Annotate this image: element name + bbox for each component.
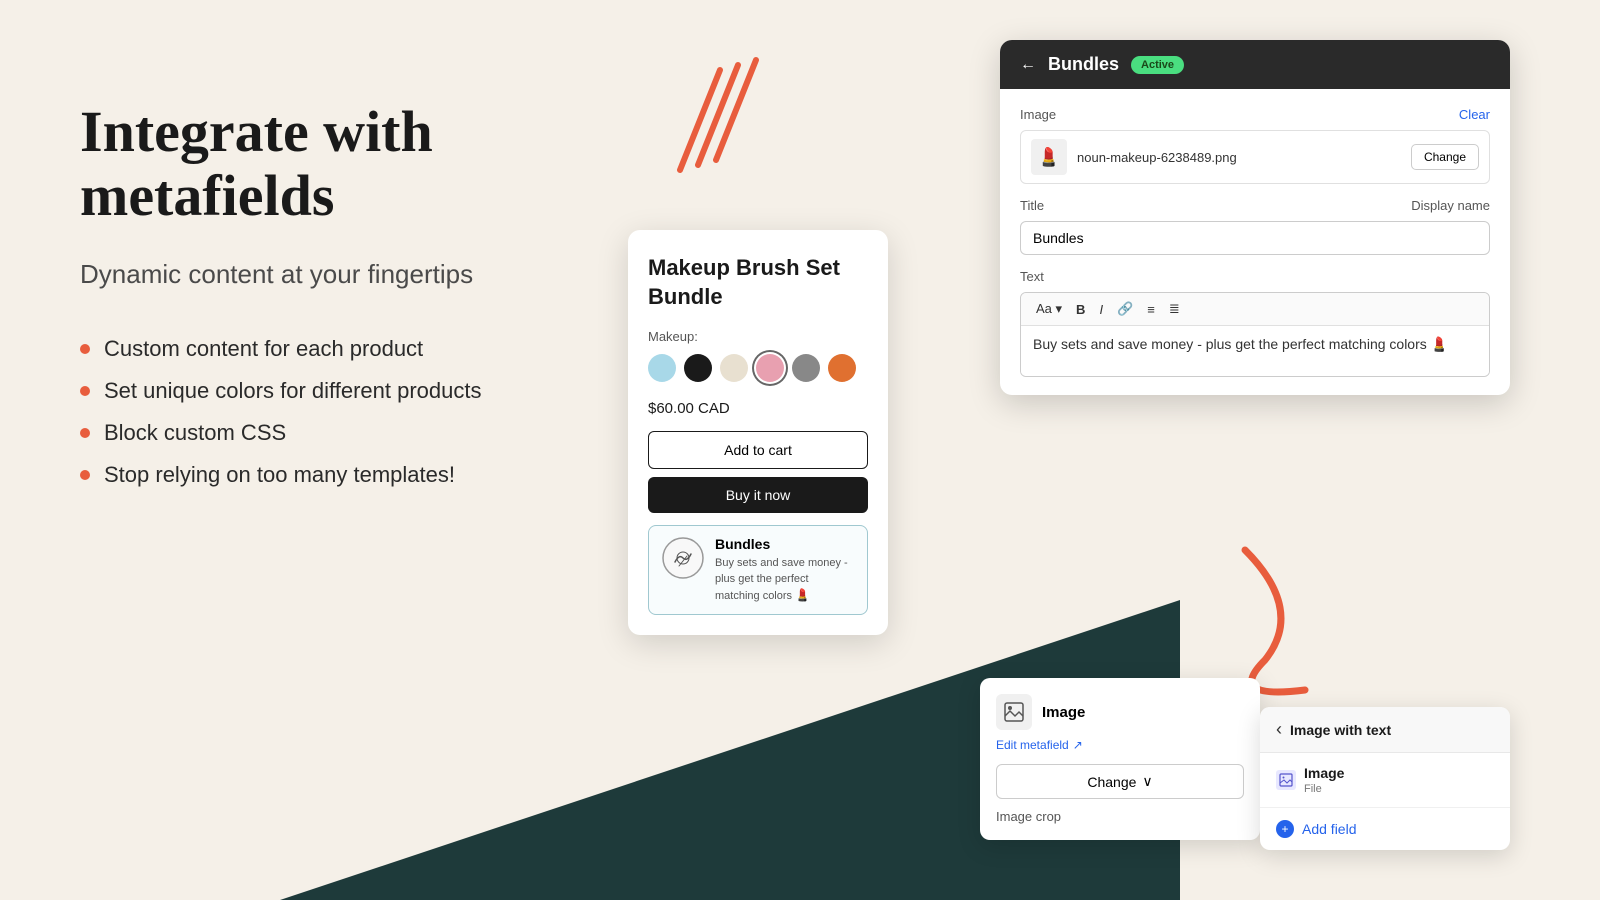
left-panel: Integrate with metafields Dynamic conten… bbox=[80, 100, 640, 504]
bullet-item: Block custom CSS bbox=[80, 420, 640, 446]
deco-strokes bbox=[620, 50, 780, 190]
image-icon-box bbox=[996, 694, 1032, 730]
add-field-text: Add field bbox=[1302, 821, 1356, 837]
buy-now-button[interactable]: Buy it now bbox=[648, 477, 868, 513]
bullet-dot bbox=[80, 344, 90, 354]
add-field-button[interactable]: + Add field bbox=[1260, 808, 1510, 850]
subtitle: Dynamic content at your fingertips bbox=[80, 256, 640, 292]
product-card: Makeup Brush Set Bundle Makeup: $60.00 C… bbox=[628, 230, 888, 635]
toolbar-bar: Aa ▾ B I 🔗 ≡ ≣ bbox=[1021, 293, 1489, 326]
active-badge: Active bbox=[1131, 56, 1184, 74]
main-title: Integrate with metafields bbox=[80, 100, 640, 228]
toolbar-italic[interactable]: I bbox=[1094, 300, 1108, 319]
bullet-item: Set unique colors for different products bbox=[80, 378, 640, 404]
bullet-item: Custom content for each product bbox=[80, 336, 640, 362]
bundle-info: Bundles Buy sets and save money - plus g… bbox=[715, 536, 855, 604]
toolbar-link[interactable]: 🔗 bbox=[1112, 299, 1138, 319]
toolbar-ul[interactable]: ≡ bbox=[1142, 300, 1160, 319]
dropdown-panel: ‹ Image with text Image File + Add field bbox=[1260, 707, 1510, 850]
image-panel: Image Edit metafield ↗ Change ∨ Image cr… bbox=[980, 678, 1260, 840]
bullet-item: Stop relying on too many templates! bbox=[80, 462, 640, 488]
swatch-6[interactable] bbox=[828, 354, 856, 382]
toolbar-font[interactable]: Aa ▾ bbox=[1031, 299, 1067, 319]
dropdown-header-text: Image with text bbox=[1290, 722, 1391, 738]
change-large-button[interactable]: Change ∨ bbox=[996, 764, 1244, 799]
admin-body: Image Clear 💄 noun-makeup-6238489.png Ch… bbox=[1000, 89, 1510, 395]
image-thumb: 💄 bbox=[1031, 139, 1067, 175]
text-field-label: Text bbox=[1020, 269, 1044, 284]
bundle-emoji: 💄 bbox=[795, 588, 810, 602]
back-arrow[interactable]: ← bbox=[1020, 56, 1036, 74]
dropdown-item-image[interactable]: Image File bbox=[1260, 753, 1510, 808]
admin-card-title: Bundles bbox=[1048, 54, 1119, 75]
admin-card: ← Bundles Active Image Clear 💄 noun-make… bbox=[1000, 40, 1510, 395]
bullet-dot bbox=[80, 428, 90, 438]
bullet-list: Custom content for each product Set uniqu… bbox=[80, 336, 640, 488]
dropdown-item-title: Image bbox=[1304, 765, 1344, 781]
swatch-3[interactable] bbox=[720, 354, 748, 382]
image-field-label: Image bbox=[1020, 107, 1056, 122]
change-image-button[interactable]: Change bbox=[1411, 144, 1479, 170]
toolbar-bold[interactable]: B bbox=[1071, 300, 1090, 319]
bundle-card: Bundles Buy sets and save money - plus g… bbox=[648, 525, 868, 615]
title-input[interactable] bbox=[1020, 221, 1490, 255]
text-field-row: Text bbox=[1020, 269, 1490, 284]
image-panel-title: Image bbox=[1042, 704, 1085, 721]
swatch-2[interactable] bbox=[684, 354, 712, 382]
bullet-dot bbox=[80, 470, 90, 480]
image-crop-label: Image crop bbox=[996, 809, 1244, 824]
title-field-row: Title Display name bbox=[1020, 198, 1490, 213]
bullet-dot bbox=[80, 386, 90, 396]
image-field-row: Image Clear bbox=[1020, 107, 1490, 122]
add-to-cart-button[interactable]: Add to cart bbox=[648, 431, 868, 469]
add-circle-icon: + bbox=[1276, 820, 1294, 838]
color-swatches bbox=[648, 354, 868, 382]
text-content[interactable]: Buy sets and save money - plus get the p… bbox=[1021, 326, 1489, 376]
swatch-1[interactable] bbox=[648, 354, 676, 382]
bundle-title: Bundles bbox=[715, 536, 855, 552]
dropdown-header[interactable]: ‹ Image with text bbox=[1260, 707, 1510, 753]
bundle-text: Buy sets and save money - plus get the p… bbox=[715, 556, 855, 604]
display-name-label: Display name bbox=[1411, 198, 1490, 213]
edit-metafield-link[interactable]: Edit metafield ↗ bbox=[996, 738, 1244, 752]
makeup-label: Makeup: bbox=[648, 329, 868, 344]
swatch-4[interactable] bbox=[756, 354, 784, 382]
product-title: Makeup Brush Set Bundle bbox=[648, 254, 868, 311]
image-name: noun-makeup-6238489.png bbox=[1077, 150, 1401, 165]
admin-header: ← Bundles Active bbox=[1000, 40, 1510, 89]
bundle-icon bbox=[661, 536, 705, 580]
toolbar-ol[interactable]: ≣ bbox=[1164, 299, 1185, 319]
image-panel-header: Image bbox=[996, 694, 1244, 730]
clear-link[interactable]: Clear bbox=[1459, 107, 1490, 122]
dropdown-item-sub: File bbox=[1304, 783, 1344, 795]
image-row: 💄 noun-makeup-6238489.png Change bbox=[1020, 130, 1490, 184]
price: $60.00 CAD bbox=[648, 400, 868, 417]
dropdown-back-arrow[interactable]: ‹ bbox=[1276, 719, 1282, 740]
swatch-5[interactable] bbox=[792, 354, 820, 382]
text-toolbar: Aa ▾ B I 🔗 ≡ ≣ Buy sets and save money -… bbox=[1020, 292, 1490, 377]
title-field-label: Title bbox=[1020, 198, 1044, 213]
